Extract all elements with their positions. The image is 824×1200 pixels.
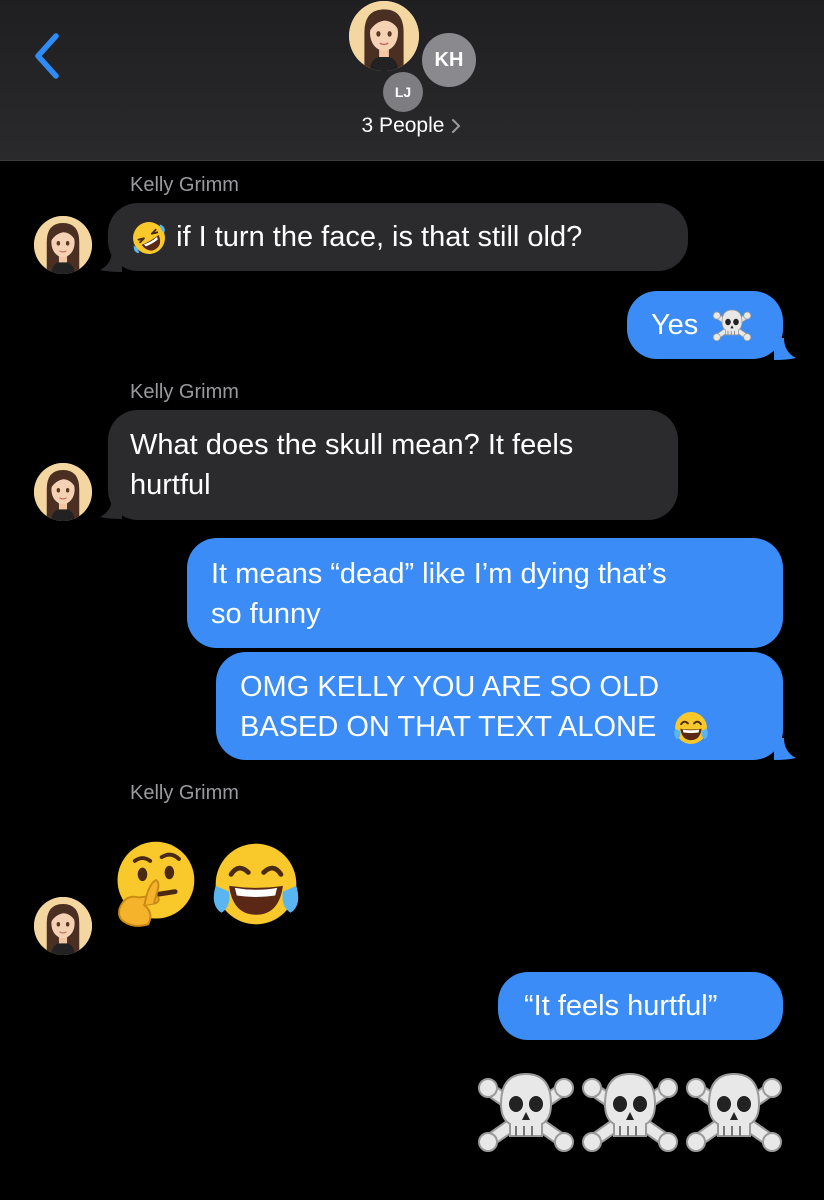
message-text-line: It means “dead” like I’m dying that’s <box>211 558 667 590</box>
conversation-header: KH LJ 3 People <box>0 0 824 161</box>
message-bubble[interactable]: OMG KELLY YOU ARE SO OLD BASED ON THAT T… <box>216 652 783 760</box>
message-text-line: What does the skull mean? It feels <box>130 429 574 461</box>
people-count-label: 3 People <box>361 114 445 137</box>
avatar-kh-initials: KH <box>434 48 464 71</box>
message-text-line: so funny <box>211 598 321 630</box>
avatar-lj[interactable]: LJ <box>383 72 423 112</box>
skull-and-crossbones-icon <box>684 1064 784 1164</box>
rolling-on-floor-laughing-icon <box>130 219 168 257</box>
avatar-kh[interactable]: KH <box>422 33 476 87</box>
message-text: “It feels hurtful” <box>524 990 718 1022</box>
message-text-line: BASED ON THAT TEXT ALONE <box>240 711 657 743</box>
message-bubble[interactable]: Yes <box>627 291 783 359</box>
message-bubble[interactable]: if I turn the face, is that still old? <box>108 203 688 271</box>
group-avatar-kelly[interactable] <box>349 1 419 71</box>
skull-and-crossbones-icon <box>580 1064 680 1164</box>
chevron-right-icon <box>452 119 461 133</box>
face-with-tears-of-joy-icon <box>672 709 710 747</box>
message-text: Yes <box>651 309 699 341</box>
face-with-tears-of-joy-icon <box>208 836 304 932</box>
emoji-message[interactable] <box>580 1064 680 1169</box>
memoji-avatar-icon <box>34 897 92 955</box>
message-bubble[interactable]: It means “dead” like I’m dying that’s so… <box>187 538 783 648</box>
message-text-line: OMG KELLY YOU ARE SO OLD <box>240 671 660 703</box>
skull-and-crossbones-icon <box>476 1064 576 1164</box>
back-button[interactable] <box>28 30 68 82</box>
message-bubble[interactable]: “It feels hurtful” <box>498 972 783 1040</box>
message-text-line: hurtful <box>130 469 211 501</box>
sender-avatar[interactable] <box>34 463 92 521</box>
skull-and-crossbones-icon <box>712 306 752 346</box>
memoji-avatar-icon <box>34 216 92 274</box>
emoji-message[interactable] <box>208 836 304 937</box>
message-bubble[interactable]: What does the skull mean? It feels hurtf… <box>108 410 678 520</box>
sender-name: Kelly Grimm <box>130 381 239 403</box>
message-text: if I turn the face, is that still old? <box>176 221 583 253</box>
sender-name: Kelly Grimm <box>130 782 239 804</box>
emoji-message[interactable] <box>476 1064 576 1169</box>
sender-avatar[interactable] <box>34 216 92 274</box>
thinking-face-icon <box>106 836 202 932</box>
emoji-message[interactable] <box>106 836 202 937</box>
emoji-message[interactable] <box>684 1064 784 1169</box>
avatar-lj-initials: LJ <box>394 84 412 100</box>
sender-name: Kelly Grimm <box>130 174 239 196</box>
group-details-button[interactable]: 3 People <box>0 114 824 138</box>
memoji-avatar-icon <box>34 463 92 521</box>
sender-avatar[interactable] <box>34 897 92 955</box>
memoji-avatar-icon <box>349 1 419 71</box>
chevron-left-icon[interactable] <box>28 30 68 82</box>
